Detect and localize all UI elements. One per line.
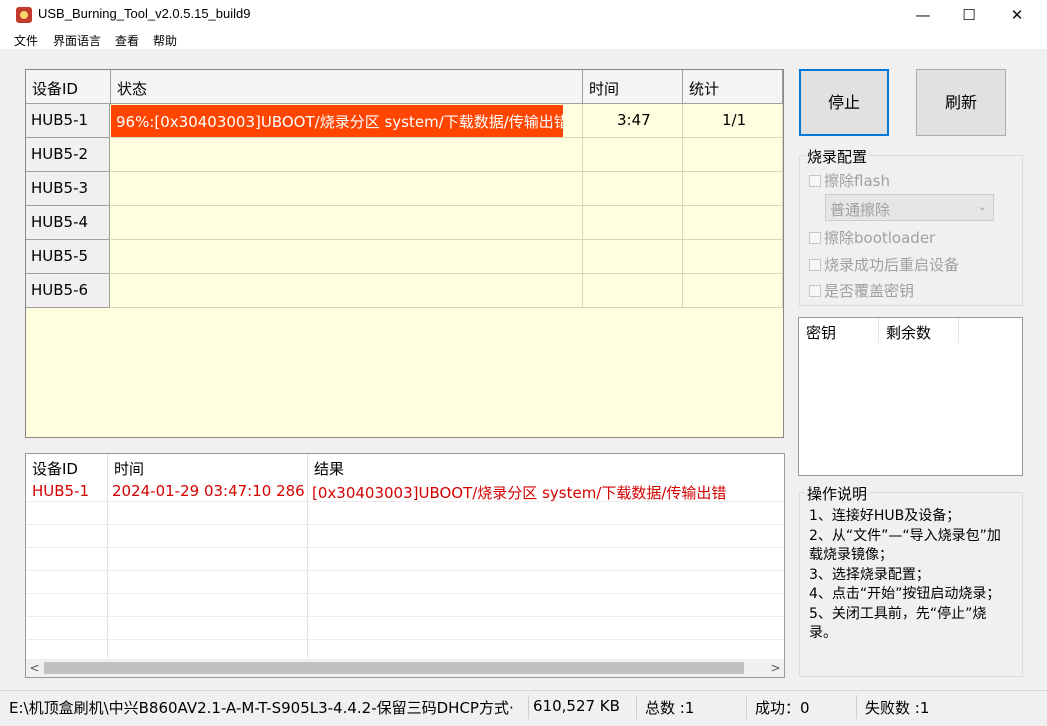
erase-bootloader-label: 擦除bootloader: [824, 229, 936, 247]
reboot-after-success-checkbox[interactable]: 烧录成功后重启设备: [809, 254, 959, 275]
title-bar: USB_Burning_Tool_v2.0.5.15_build9 — ☐ ✕: [0, 0, 1047, 31]
failed-count: 失败数 :1: [865, 699, 930, 717]
instruction-line: 1、连接好HUB及设备；: [809, 508, 961, 524]
status-bar: E:\机顶盒刷机\中兴B860AV2.1-A-M-T-S905L3-4.4.2-…: [0, 690, 1047, 726]
count-cell: 1/1: [683, 104, 783, 138]
erase-flash-label: 擦除flash: [824, 172, 890, 190]
status-divider: [746, 695, 747, 719]
minimize-icon[interactable]: —: [900, 0, 946, 31]
device-row-id[interactable]: HUB5-6: [26, 274, 110, 308]
log-time[interactable]: 2024-01-29 03:47:10 286: [112, 482, 305, 500]
time-cell: [583, 172, 683, 206]
device-id-header[interactable]: 设备ID: [26, 70, 111, 104]
erase-mode-select[interactable]: 普通擦除 ⌄: [825, 194, 994, 221]
total-count: 总数 :1: [645, 699, 695, 717]
status-cell: [111, 206, 583, 240]
row-divider: [26, 639, 784, 640]
close-icon[interactable]: ✕: [994, 0, 1040, 31]
erase-bootloader-checkbox[interactable]: 擦除bootloader: [809, 227, 935, 248]
time-cell: [583, 138, 683, 172]
device-table[interactable]: 设备ID 状态 时间 统计 HUB5-1 96%:[0x30403003]UBO…: [25, 69, 784, 438]
log-result[interactable]: [0x30403003]UBOOT/烧录分区 system/下载数据/传输出错: [312, 482, 726, 503]
count-cell: [683, 274, 783, 308]
count-cell: [683, 240, 783, 274]
chevron-down-icon: ⌄: [977, 200, 987, 213]
refresh-button[interactable]: 刷新: [916, 69, 1006, 136]
status-divider: [856, 695, 857, 719]
menu-file[interactable]: 文件: [14, 32, 38, 49]
status-cell: [111, 172, 583, 206]
time-value: 3:47: [617, 111, 651, 129]
menu-language[interactable]: 界面语言: [53, 32, 101, 49]
scrollbar-thumb[interactable]: [44, 662, 744, 674]
instruction-line: 3、选择烧录配置；: [809, 566, 930, 583]
reboot-after-success-label: 烧录成功后重启设备: [824, 256, 960, 274]
time-cell: [583, 240, 683, 274]
status-header[interactable]: 状态: [111, 70, 583, 104]
row-divider: [26, 547, 784, 548]
checkbox-icon[interactable]: [809, 232, 821, 244]
log-device-id-header[interactable]: 设备ID: [26, 454, 108, 480]
status-cell: [111, 138, 583, 172]
overwrite-key-label: 是否覆盖密钥: [824, 282, 915, 300]
status-divider: [528, 695, 529, 719]
status-cell: [111, 240, 583, 274]
checkbox-icon[interactable]: [809, 175, 821, 187]
instruction-line: 2、从“文件”—“导入烧录包”加载烧录镜像；: [809, 527, 1001, 564]
row-divider: [26, 524, 784, 525]
instruction-line: 4、点击“开始”按钮启动烧录；: [809, 586, 1001, 602]
device-row-id[interactable]: HUB5-4: [26, 206, 110, 240]
firmware-path: E:\机顶盒刷机\中兴B860AV2.1-A-M-T-S905L3-4.4.2-…: [9, 699, 514, 717]
key-table[interactable]: 密钥 剩余数: [798, 317, 1023, 476]
status-divider: [636, 695, 637, 719]
count-cell: [683, 172, 783, 206]
count-cell: [683, 206, 783, 240]
maximize-icon[interactable]: ☐: [946, 0, 992, 31]
instruction-line: 5、关闭工具前，先“停止”烧录。: [809, 605, 987, 642]
time-cell: [583, 274, 683, 308]
log-device-id[interactable]: HUB5-1: [32, 482, 89, 500]
row-divider: [26, 593, 784, 594]
log-time-header[interactable]: 时间: [108, 454, 308, 480]
device-row-id[interactable]: HUB5-3: [26, 172, 110, 206]
log-table[interactable]: 设备ID 时间 结果 HUB5-1 2024-01-29 03:47:10 28…: [25, 453, 785, 678]
menu-view[interactable]: 查看: [115, 32, 139, 49]
log-result-header[interactable]: 结果: [308, 454, 784, 480]
count-header[interactable]: 统计: [683, 70, 783, 104]
instructions-text: 1、连接好HUB及设备； 2、从“文件”—“导入烧录包”加载烧录镜像； 3、选择…: [809, 507, 1014, 644]
scroll-right-icon[interactable]: >: [767, 659, 784, 677]
success-count: 成功：0: [755, 699, 810, 717]
time-header[interactable]: 时间: [583, 70, 683, 104]
instructions-title: 操作说明: [805, 483, 870, 504]
time-cell: [583, 206, 683, 240]
key-header[interactable]: 密钥: [799, 318, 879, 343]
status-progress-bar: 96%:[0x30403003]UBOOT/烧录分区 system/下载数据/传…: [111, 105, 563, 137]
row-divider: [26, 616, 784, 617]
status-cell: [111, 274, 583, 308]
device-row-id[interactable]: HUB5-1: [26, 104, 110, 138]
device-row-id[interactable]: HUB5-5: [26, 240, 110, 274]
erase-mode-value: 普通擦除: [830, 201, 891, 219]
stop-button[interactable]: 停止: [799, 69, 889, 136]
count-value: 1/1: [722, 111, 747, 129]
remaining-header[interactable]: 剩余数: [879, 318, 959, 343]
horizontal-scrollbar[interactable]: < >: [26, 659, 784, 677]
window-title: USB_Burning_Tool_v2.0.5.15_build9: [38, 6, 251, 21]
erase-flash-checkbox[interactable]: 擦除flash: [809, 170, 890, 191]
firmware-size: 610,527 KB: [533, 697, 620, 715]
burn-config-title: 烧录配置: [805, 146, 870, 167]
scroll-left-icon[interactable]: <: [26, 659, 43, 677]
row-divider: [26, 570, 784, 571]
app-icon: [16, 7, 32, 23]
checkbox-icon[interactable]: [809, 259, 821, 271]
menu-bar: 文件 界面语言 查看 帮助: [0, 31, 1047, 49]
checkbox-icon[interactable]: [809, 285, 821, 297]
overwrite-key-checkbox[interactable]: 是否覆盖密钥: [809, 280, 914, 301]
device-row-id[interactable]: HUB5-2: [26, 138, 110, 172]
time-cell: 3:47: [583, 104, 683, 138]
menu-help[interactable]: 帮助: [153, 32, 177, 49]
count-cell: [683, 138, 783, 172]
